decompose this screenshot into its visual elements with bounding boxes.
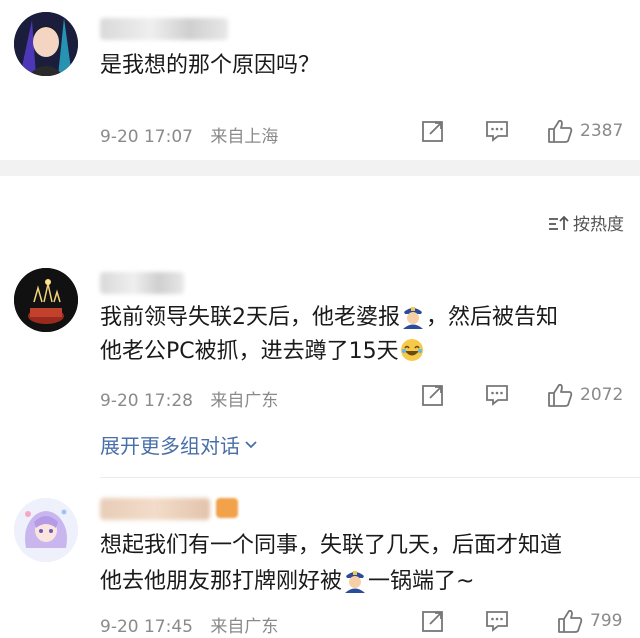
- sort-icon: [549, 215, 569, 230]
- share-icon: [422, 121, 443, 142]
- like-button[interactable]: 799: [556, 608, 622, 634]
- comment-actions: 2387: [0, 118, 640, 148]
- like-count: 799: [590, 611, 623, 631]
- expand-label: 展开更多组对话: [100, 434, 240, 458]
- laugh-emoji: [400, 339, 423, 361]
- comment-text-line2: 他老公PC被抓，进去蹲了15天: [100, 336, 425, 368]
- row-separator: [100, 477, 640, 478]
- comment-icon: [486, 121, 508, 142]
- comment-icon: [486, 385, 508, 406]
- like-icon: [548, 383, 573, 407]
- comment-text-line2: 他去他朋友那打牌刚好被 一锅端了~: [100, 569, 475, 594]
- section-divider: [0, 160, 640, 176]
- share-button[interactable]: [420, 608, 446, 634]
- sort-toggle[interactable]: 按热度: [547, 210, 624, 235]
- chevron-down-icon: [245, 440, 257, 448]
- username-blurred[interactable]: [100, 498, 210, 520]
- comment-icon: [486, 611, 508, 632]
- comment-button[interactable]: [484, 608, 510, 634]
- like-icon: [558, 609, 583, 633]
- share-button[interactable]: [420, 118, 446, 144]
- avatar[interactable]: [14, 12, 78, 76]
- like-icon: [548, 119, 573, 143]
- comment-text: 想起我们有一个同事，失联了几天，后面才知道: [100, 533, 563, 558]
- police-emoji: [345, 571, 366, 593]
- share-button[interactable]: [420, 382, 446, 408]
- like-button[interactable]: 2387: [546, 118, 623, 144]
- avatar[interactable]: [14, 268, 78, 332]
- comment-button[interactable]: [484, 118, 510, 144]
- comment-text: 是我想的那个原因吗？: [100, 53, 321, 78]
- comment-button[interactable]: [484, 382, 510, 408]
- comment-actions: 799: [0, 608, 640, 638]
- user-badge: [216, 498, 238, 518]
- like-button[interactable]: 2072: [546, 382, 623, 408]
- sort-label: 按热度: [573, 215, 624, 235]
- share-icon: [422, 385, 443, 406]
- like-count: 2072: [580, 385, 624, 405]
- username-blurred[interactable]: [100, 18, 228, 40]
- username-blurred[interactable]: [100, 272, 184, 294]
- avatar[interactable]: [14, 498, 78, 562]
- comment-text: 我前领导失联2天后，他老婆报 ，然后被告知: [100, 305, 559, 330]
- like-count: 2387: [580, 121, 624, 141]
- police-emoji: [403, 307, 423, 329]
- comment-actions: 2072: [0, 382, 640, 412]
- share-icon: [422, 611, 443, 632]
- expand-replies-link[interactable]: 展开更多组对话: [100, 430, 258, 459]
